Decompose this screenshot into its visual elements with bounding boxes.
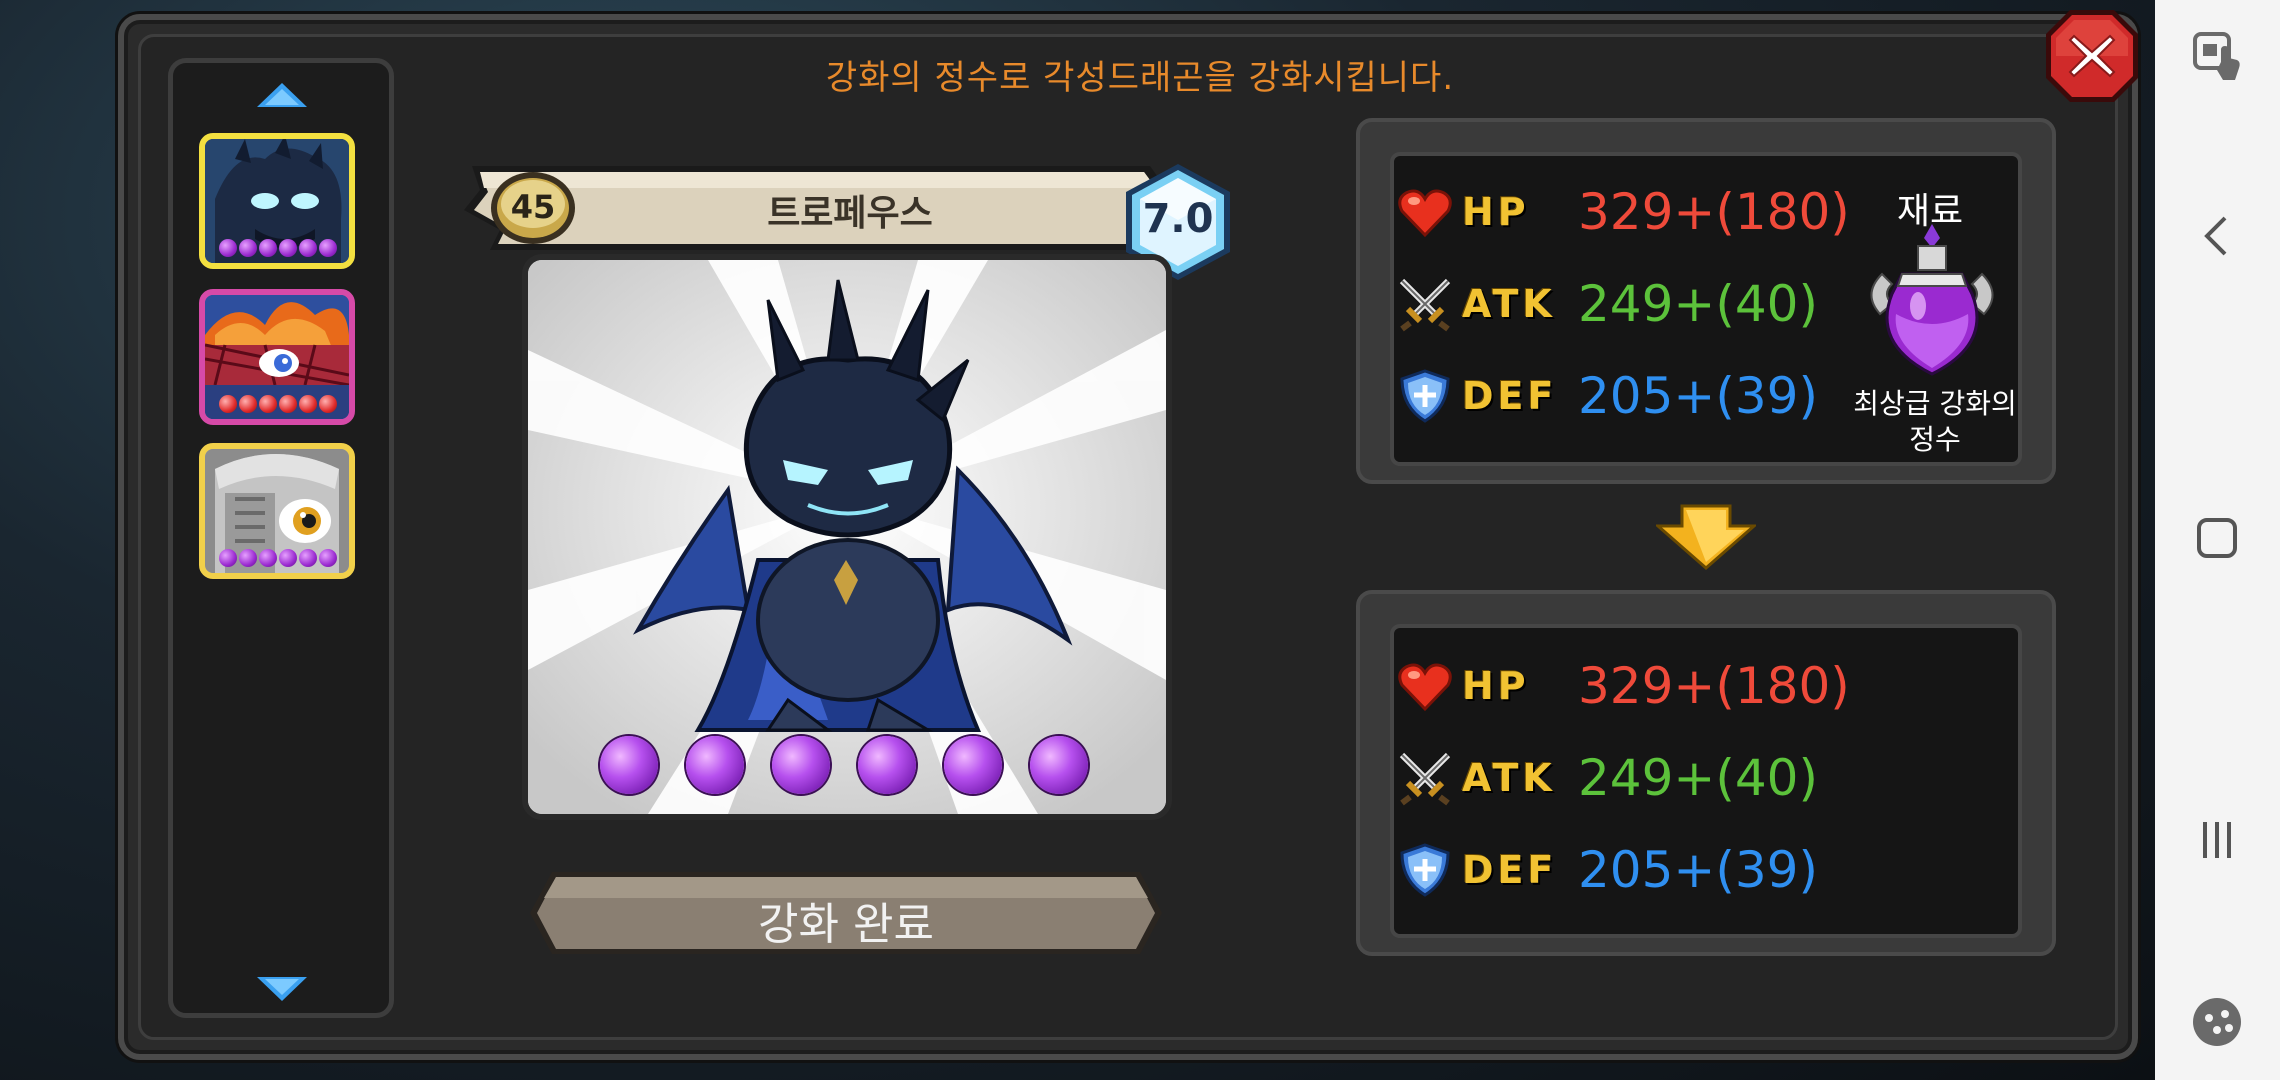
- heart-icon: [1398, 189, 1452, 238]
- stat-row-def: DEF 205+(39): [1396, 364, 1818, 428]
- instruction-text: 강화의 정수로 각성드래곤을 강화시킵니다.: [825, 58, 1455, 98]
- thumb-star-pips: [219, 239, 337, 257]
- stat-label-def-after: DEF: [1462, 848, 1558, 892]
- stat-label-def: DEF: [1462, 374, 1558, 418]
- dragon-level: 45: [510, 188, 556, 226]
- dragon-thumb-dark-dragon[interactable]: [199, 133, 355, 269]
- stat-row-atk: ATK 249+(40): [1396, 272, 1818, 336]
- shield-icon: [1400, 369, 1450, 423]
- material-name-line1: 최상급 강화의: [1853, 387, 2017, 420]
- dragon-name: 트로페우스: [767, 193, 933, 234]
- stat-row-hp: HP 329+(180): [1396, 180, 1850, 244]
- recent-apps-icon[interactable]: [2187, 810, 2247, 870]
- essence-potion-icon: [1870, 224, 1994, 376]
- shield-icon: [1400, 843, 1450, 897]
- stat-label-hp: HP: [1462, 190, 1530, 234]
- dragon-thumb-armored-dragon[interactable]: [199, 443, 355, 579]
- star-orbs: [600, 736, 1088, 794]
- star-orb: [772, 736, 830, 794]
- star-orb: [944, 736, 1002, 794]
- crossed-swords-icon: [1399, 752, 1451, 806]
- star-orb: [858, 736, 916, 794]
- star-orb: [686, 736, 744, 794]
- back-icon[interactable]: [2187, 206, 2247, 266]
- dragon-list-panel[interactable]: [168, 58, 394, 1018]
- touch-lock-icon[interactable]: [2187, 26, 2247, 86]
- heart-icon: [1398, 663, 1452, 712]
- stat-row-def-after: DEF 205+(39): [1396, 838, 1818, 902]
- arrow-down-icon: [1656, 504, 1756, 570]
- star-orb: [600, 736, 658, 794]
- home-icon[interactable]: [2187, 508, 2247, 568]
- game-tools-icon[interactable]: [2187, 992, 2247, 1052]
- system-nav-bar: [2155, 0, 2280, 1080]
- material-name: 최상급 강화의 정수: [1820, 386, 2050, 458]
- upgrade-complete-label: 강화 완료: [758, 899, 934, 950]
- stat-value-atk: 249+(40): [1578, 275, 1818, 333]
- stat-row-hp-after: HP 329+(180): [1396, 654, 1850, 718]
- stat-value-atk-after: 249+(40): [1578, 749, 1818, 807]
- scroll-up-arrow-icon[interactable]: [255, 81, 309, 109]
- dragon-grade: 7.0: [1142, 196, 1214, 242]
- dragon-thumb-flame-dragon[interactable]: [199, 289, 355, 425]
- stat-label-atk: ATK: [1462, 282, 1556, 326]
- stat-value-def-after: 205+(39): [1578, 841, 1818, 899]
- stat-label-hp-after: HP: [1462, 664, 1530, 708]
- crossed-swords-icon: [1399, 278, 1451, 332]
- thumb-star-pips: [219, 549, 337, 567]
- stat-label-atk-after: ATK: [1462, 756, 1556, 800]
- scroll-down-arrow-icon[interactable]: [255, 975, 309, 1003]
- stat-value-def: 205+(39): [1578, 367, 1818, 425]
- thumb-star-pips: [219, 395, 337, 413]
- stat-value-hp-after: 329+(180): [1578, 657, 1850, 715]
- stat-value-hp: 329+(180): [1578, 183, 1850, 241]
- material-name-line2: 정수: [1909, 423, 1961, 456]
- star-orb: [1030, 736, 1088, 794]
- close-icon[interactable]: [2042, 6, 2142, 106]
- dragon-artwork: [528, 260, 1166, 814]
- stat-row-atk-after: ATK 249+(40): [1396, 746, 1818, 810]
